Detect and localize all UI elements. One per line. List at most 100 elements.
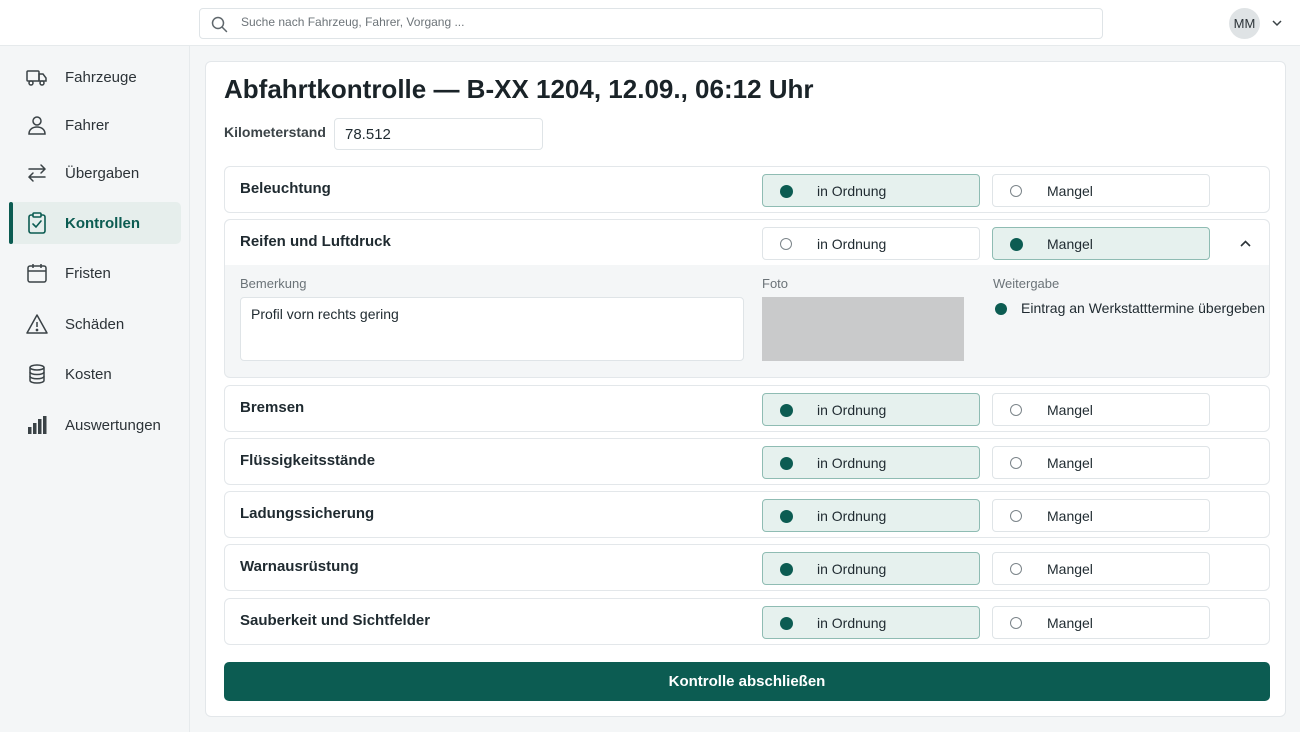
sidebar-item-label: Übergaben <box>65 164 140 182</box>
check-row-reifen: Reifen und Luftdruck in Ordnung Mangel B… <box>224 219 1270 378</box>
check-row-header: Reifen und Luftdruck in Ordnung Mangel <box>225 220 1269 265</box>
sidebar-item-label: Schäden <box>65 315 125 333</box>
bar-chart-icon <box>28 416 47 434</box>
page-title: Abfahrtkontrolle — B-XX 1204, 12.09., 06… <box>224 74 814 104</box>
search-input[interactable] <box>241 15 1081 29</box>
top-bar: MM <box>0 0 1300 46</box>
option-label: Mangel <box>1047 183 1093 199</box>
complete-inspection-button[interactable]: Kontrolle abschließen <box>224 662 1270 701</box>
check-row-warnausruestung: Warnausrüstung in Ordnung Mangel <box>224 544 1270 591</box>
check-name: Ladungssicherung <box>240 505 375 522</box>
option-ok[interactable]: in Ordnung <box>762 552 980 585</box>
check-row-beleuchtung: Beleuchtung in Ordnung Mangel <box>224 166 1270 213</box>
avatar[interactable]: MM <box>1229 8 1260 39</box>
radio-selected-icon <box>780 563 793 576</box>
option-ok[interactable]: in Ordnung <box>762 174 980 207</box>
person-icon <box>28 116 46 135</box>
clipboard-check-icon <box>28 212 46 234</box>
option-label: Mangel <box>1047 455 1093 471</box>
photo-placeholder[interactable] <box>762 297 964 361</box>
remark-label: Bemerkung <box>240 276 307 291</box>
radio-selected-icon <box>780 510 793 523</box>
check-name: Warnausrüstung <box>240 558 359 575</box>
check-row-fluessigkeiten: Flüssigkeitsstände in Ordnung Mangel <box>224 438 1270 485</box>
option-defect[interactable]: Mangel <box>992 446 1210 479</box>
check-name: Sauberkeit und Sichtfelder <box>240 612 431 629</box>
radio-selected-icon <box>1010 238 1023 251</box>
sidebar-item-label: Fahrzeuge <box>65 68 137 86</box>
radio-empty-icon <box>1010 457 1022 469</box>
handover-label: Weitergabe <box>993 276 1060 291</box>
sidebar-item-label: Fahrer <box>65 116 110 134</box>
option-ok[interactable]: in Ordnung <box>762 606 980 639</box>
radio-selected-icon <box>780 404 793 417</box>
option-defect[interactable]: Mangel <box>992 499 1210 532</box>
radio-empty-icon <box>1010 563 1022 575</box>
option-ok[interactable]: in Ordnung <box>762 499 980 532</box>
option-label: in Ordnung <box>817 615 887 631</box>
coin-stack-icon <box>29 364 45 384</box>
option-label: Mangel <box>1047 402 1093 418</box>
check-row-sauberkeit: Sauberkeit und Sichtfelder in Ordnung Ma… <box>224 598 1270 645</box>
radio-selected-icon <box>780 185 793 198</box>
option-label: in Ordnung <box>817 455 887 471</box>
check-name: Flüssigkeitsstände <box>240 452 376 469</box>
warning-triangle-icon <box>26 314 48 334</box>
radio-empty-icon <box>1010 617 1022 629</box>
option-ok[interactable]: in Ordnung <box>762 446 980 479</box>
sidebar-item-kosten[interactable]: Kosten <box>9 353 181 395</box>
sidebar-item-label: Kontrollen <box>65 214 140 232</box>
check-row-bremsen: Bremsen in Ordnung Mangel <box>224 385 1270 432</box>
swap-arrows-icon <box>27 164 47 182</box>
option-label: in Ordnung <box>817 561 887 577</box>
check-name: Beleuchtung <box>240 180 331 197</box>
radio-empty-icon <box>780 238 792 250</box>
search-box[interactable] <box>199 8 1103 39</box>
option-label: in Ordnung <box>817 236 887 252</box>
status-dot-icon <box>995 303 1007 315</box>
remark-field[interactable]: Profil vorn rechts gering <box>240 297 744 361</box>
radio-selected-icon <box>780 617 793 630</box>
option-label: in Ordnung <box>817 183 887 199</box>
radio-empty-icon <box>1010 404 1022 416</box>
option-defect[interactable]: Mangel <box>992 227 1210 260</box>
radio-selected-icon <box>780 457 793 470</box>
sidebar-item-uebergaben[interactable]: Übergaben <box>9 152 181 194</box>
option-label: in Ordnung <box>817 508 887 524</box>
option-ok[interactable]: in Ordnung <box>762 393 980 426</box>
sidebar-item-fahrer[interactable]: Fahrer <box>9 104 181 146</box>
option-defect[interactable]: Mangel <box>992 174 1210 207</box>
option-defect[interactable]: Mangel <box>992 606 1210 639</box>
check-name: Reifen und Luftdruck <box>240 233 391 250</box>
radio-empty-icon <box>1010 185 1022 197</box>
check-name: Bremsen <box>240 399 305 416</box>
option-defect[interactable]: Mangel <box>992 393 1210 426</box>
option-defect[interactable]: Mangel <box>992 552 1210 585</box>
odometer-label: Kilometerstand <box>224 124 326 140</box>
sidebar: Fahrzeuge Fahrer Übergaben Kontrollen Fr… <box>0 46 190 732</box>
option-label: Mangel <box>1047 236 1093 252</box>
sidebar-item-fristen[interactable]: Fristen <box>9 252 181 294</box>
sidebar-item-kontrollen[interactable]: Kontrollen <box>9 202 181 244</box>
sidebar-item-label: Kosten <box>65 365 112 383</box>
sidebar-item-fahrzeuge[interactable]: Fahrzeuge <box>9 56 181 98</box>
photo-label: Foto <box>762 276 789 291</box>
option-label: Mangel <box>1047 615 1093 631</box>
sidebar-item-label: Auswertungen <box>65 416 161 434</box>
sidebar-item-label: Fristen <box>65 264 111 282</box>
sidebar-item-auswertungen[interactable]: Auswertungen <box>9 404 181 446</box>
chevron-down-icon[interactable] <box>1271 17 1283 29</box>
check-row-ladungssicherung: Ladungssicherung in Ordnung Mangel <box>224 491 1270 538</box>
handover-text: Eintrag an Werkstatttermine übergeben <box>1021 300 1266 316</box>
inspection-card: Abfahrtkontrolle — B-XX 1204, 12.09., 06… <box>205 61 1286 717</box>
option-label: Mangel <box>1047 561 1093 577</box>
chevron-up-icon[interactable] <box>1239 237 1252 250</box>
option-label: in Ordnung <box>817 402 887 418</box>
radio-empty-icon <box>1010 510 1022 522</box>
option-ok[interactable]: in Ordnung <box>762 227 980 260</box>
search-icon <box>211 16 228 33</box>
option-label: Mangel <box>1047 508 1093 524</box>
sidebar-item-schaeden[interactable]: Schäden <box>9 303 181 345</box>
truck-icon <box>26 70 47 86</box>
odometer-input[interactable] <box>334 118 543 150</box>
